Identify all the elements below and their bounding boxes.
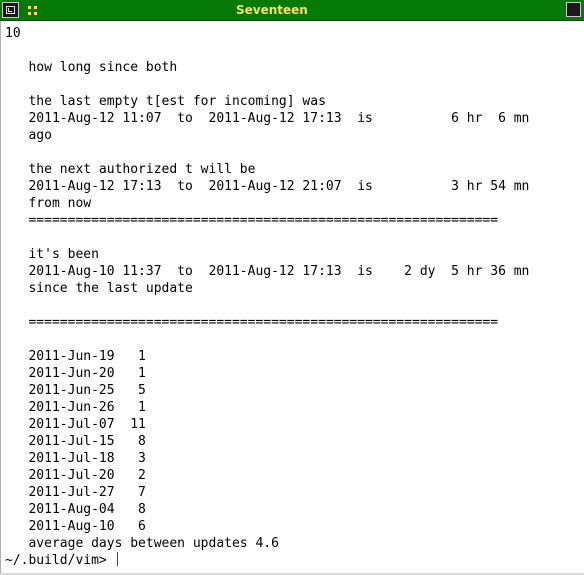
terminal-output[interactable]: 10 how long since both the last empty t[… bbox=[0, 21, 584, 575]
terminal-line: 2011-Aug-10 11:37 to 2011-Aug-12 17:13 i… bbox=[5, 264, 530, 279]
date-count-row: 2011-Jun-26 1 bbox=[5, 400, 146, 415]
terminal-line: since the last update bbox=[5, 281, 193, 296]
terminal-line: 10 bbox=[5, 26, 21, 41]
date-count-row: 2011-Jun-25 5 bbox=[5, 383, 146, 398]
date-count-row: 2011-Jul-27 7 bbox=[5, 485, 146, 500]
terminal-line: it's been bbox=[5, 247, 99, 262]
window-title: Seventeen bbox=[236, 3, 308, 17]
separator-line: ========================================… bbox=[5, 315, 499, 330]
average-summary: average days between updates 4.6 bbox=[5, 536, 279, 551]
terminal-line: how long since both bbox=[5, 60, 178, 75]
date-count-row: 2011-Aug-10 6 bbox=[5, 519, 146, 534]
date-count-row: 2011-Jul-18 3 bbox=[5, 451, 146, 466]
terminal-line: 2011-Aug-12 11:07 to 2011-Aug-12 17:13 i… bbox=[5, 111, 530, 126]
shell-prompt: ~/.build/vim> bbox=[5, 553, 115, 568]
terminal-line: from now bbox=[5, 196, 92, 211]
terminal-line: ago bbox=[5, 128, 52, 143]
date-count-row: 2011-Jun-20 1 bbox=[5, 366, 146, 381]
terminal-line: 2011-Aug-12 17:13 to 2011-Aug-12 21:07 i… bbox=[5, 179, 530, 194]
date-count-row: 2011-Jun-19 1 bbox=[5, 349, 146, 364]
text-cursor bbox=[116, 552, 118, 566]
terminal-line: the last empty t[est for incoming] was bbox=[5, 94, 326, 109]
terminal-window: Seventeen 10 how long since both the las… bbox=[0, 0, 584, 575]
title-bar[interactable]: Seventeen bbox=[0, 0, 584, 21]
date-count-row: 2011-Aug-04 8 bbox=[5, 502, 146, 517]
separator-line: ========================================… bbox=[5, 213, 499, 228]
shell-prompt-line[interactable]: ~/.build/vim> bbox=[5, 552, 118, 569]
date-count-row: 2011-Jul-07 11 bbox=[5, 417, 146, 432]
date-count-row: 2011-Jul-20 2 bbox=[5, 468, 146, 483]
window-control-button[interactable] bbox=[566, 2, 581, 17]
date-count-row: 2011-Jul-15 8 bbox=[5, 434, 146, 449]
terminal-line: the next authorized t will be bbox=[5, 162, 256, 177]
